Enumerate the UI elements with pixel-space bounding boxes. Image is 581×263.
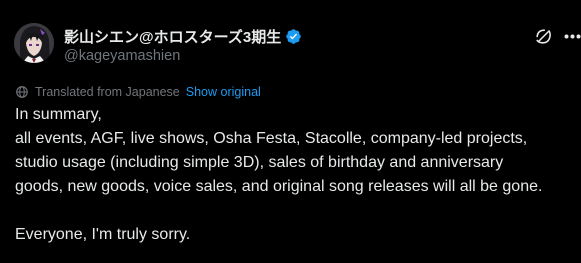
tweet-text-line: In summary,: [15, 106, 102, 123]
tweet-text-line: studio usage (including simple 3D), sale…: [15, 154, 504, 171]
tweet-text-line: Everyone, I'm truly sorry.: [15, 226, 191, 243]
verified-badge-icon: [286, 28, 301, 44]
show-original-link[interactable]: Show original: [186, 85, 261, 99]
tweet-card[interactable]: 影山シエン@ホロスターズ3期生 @kageyamashien Translate…: [0, 0, 581, 263]
grok-icon[interactable]: [534, 27, 553, 46]
tweet-text-line: goods, new goods, voice sales, and origi…: [15, 178, 543, 195]
tweet-text-line: all events, AGF, live shows, Osha Festa,…: [15, 130, 528, 147]
tweet-text-line: [15, 199, 575, 223]
tweet-text: In summary, all events, AGF, live shows,…: [15, 103, 575, 247]
more-options-icon[interactable]: [564, 34, 581, 39]
author-handle[interactable]: @kageyamashien: [64, 48, 180, 64]
avatar[interactable]: [14, 23, 54, 63]
author-name-row[interactable]: 影山シエン@ホロスターズ3期生: [64, 26, 302, 46]
translated-label: Translated from Japanese: [35, 85, 180, 99]
translation-notice: Translated from Japanese Show original: [15, 84, 261, 100]
globe-icon: [16, 86, 28, 98]
display-name[interactable]: 影山シエン@ホロスターズ3期生: [64, 26, 281, 47]
